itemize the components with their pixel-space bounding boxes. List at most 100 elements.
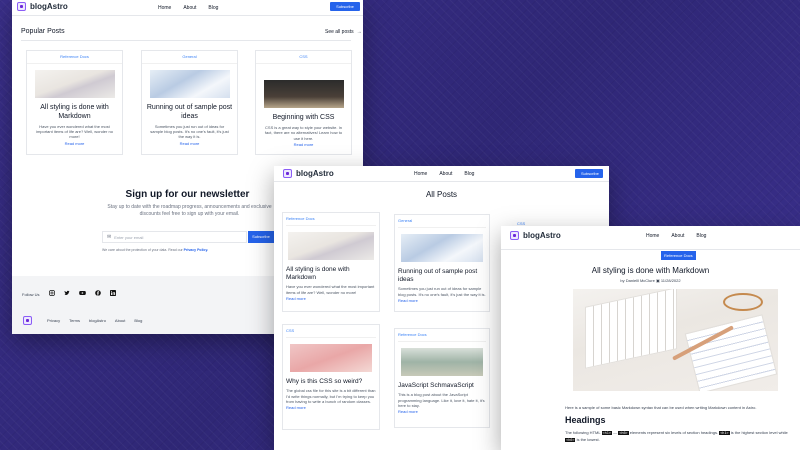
mail-icon: ✉	[107, 234, 112, 240]
blog-logo-icon	[17, 2, 26, 11]
subscribe-button[interactable]: Subscribe	[575, 169, 603, 178]
headings-title: Headings	[565, 415, 606, 425]
post-title[interactable]: Running out of sample post ideas	[398, 268, 486, 284]
inline-code: <h1>	[601, 431, 612, 435]
arrow-right-icon: →	[356, 29, 362, 35]
read-more-link[interactable]: Read more	[142, 141, 237, 146]
home-nav-links: Home About Blog	[158, 5, 218, 11]
footer-about-link[interactable]: About	[115, 318, 125, 323]
post-description: Have you ever wondered what the most imp…	[36, 123, 113, 140]
read-more-link[interactable]: Read more	[27, 141, 122, 146]
section-divider	[21, 40, 351, 41]
inline-code: <h6>	[618, 431, 629, 435]
post-tag[interactable]: CSS	[286, 325, 376, 338]
brand-name: blogAstro	[296, 169, 334, 178]
youtube-icon[interactable]	[79, 290, 86, 296]
article-hero-image	[573, 289, 778, 391]
email-placeholder: Enter your email	[114, 234, 144, 240]
post-card[interactable]: Reference Docs All styling is done with …	[282, 212, 380, 312]
article-date: 11/28/2022	[660, 278, 681, 283]
see-all-posts-link[interactable]: See all posts →	[325, 29, 362, 35]
article-meta: by Danielll McClure ▣ 11/28/2022	[501, 278, 800, 283]
article-byline: by Danielll McClure	[620, 278, 655, 283]
post-tag[interactable]: Reference Docs	[398, 329, 486, 342]
post-description: Have you ever wondered what the most imp…	[286, 284, 375, 295]
nav-blog[interactable]: Blog	[696, 233, 706, 239]
section-title: Popular Posts	[21, 28, 65, 35]
post-card[interactable]: CSS Why is this CSS so weird? The global…	[282, 324, 380, 430]
newsletter-subscribe-button[interactable]: Subscribe	[248, 231, 274, 243]
blog-logo-icon	[510, 231, 519, 240]
home-navbar: blogAstro Home About Blog Subscribe	[12, 0, 363, 16]
inline-code: <h6>	[565, 438, 576, 443]
post-card[interactable]: Reference Docs JavaScript SchmavaScript …	[394, 328, 490, 428]
post-title[interactable]: Beginning with CSS	[256, 114, 351, 123]
dash-text: —	[613, 430, 618, 435]
footer-blogastro-link[interactable]: blogAstro	[89, 318, 106, 323]
facebook-icon[interactable]	[95, 290, 101, 296]
post-tag[interactable]: Reference Docs	[286, 213, 376, 226]
paragraph-text: elements represent six levels of section…	[629, 430, 719, 435]
nav-about[interactable]: About	[671, 233, 684, 239]
read-more-link[interactable]: Read more	[286, 296, 376, 301]
privacy-policy-link[interactable]: Privacy Policy.	[184, 248, 208, 252]
post-card[interactable]: Reference Docs All styling is done with …	[26, 50, 123, 155]
nav-blog[interactable]: Blog	[464, 171, 474, 177]
all-posts-heading: All Posts	[425, 190, 458, 199]
glasses-image	[723, 293, 763, 311]
home-brand[interactable]: blogAstro	[17, 2, 68, 11]
nav-about[interactable]: About	[439, 171, 452, 177]
subscribe-button[interactable]: Subscribe	[330, 2, 360, 11]
inline-code: <h1>	[719, 431, 730, 435]
paragraph-text: is the highest section level while	[730, 430, 788, 435]
post-tag[interactable]: CSS	[256, 51, 351, 64]
post-title[interactable]: JavaScript SchmavaScript	[398, 382, 486, 390]
article-nav-links: Home About Blog	[646, 233, 706, 239]
footer-terms-link[interactable]: Terms	[69, 318, 80, 323]
nav-about[interactable]: About	[183, 5, 196, 11]
nav-blog[interactable]: Blog	[208, 5, 218, 11]
nav-home[interactable]: Home	[158, 5, 171, 11]
read-more-link[interactable]: Read more	[398, 298, 486, 303]
footer-logo-icon[interactable]	[23, 316, 32, 325]
instagram-icon[interactable]	[49, 290, 55, 296]
read-more-link[interactable]: Read more	[256, 142, 351, 147]
post-thumbnail	[401, 348, 483, 376]
post-description: CSS is a great way to style your website…	[264, 124, 343, 141]
post-title[interactable]: Running out of sample post ideas	[142, 104, 237, 122]
email-field[interactable]: ✉ Enter your email	[102, 231, 247, 243]
post-description: Sometimes you just run out of ideas for …	[150, 123, 229, 140]
post-tag[interactable]: General	[398, 215, 486, 228]
post-description: This is a blog post about the JavaScript…	[398, 392, 485, 408]
footer-blog-link[interactable]: Blog	[134, 318, 142, 323]
post-thumbnail	[34, 70, 115, 98]
post-tag[interactable]: General	[142, 51, 237, 64]
read-more-link[interactable]: Read more	[398, 409, 486, 414]
post-title[interactable]: All styling is done with Markdown	[286, 266, 376, 282]
privacy-text: We care about the protection of your dat…	[102, 248, 183, 252]
post-card[interactable]: CSS Beginning with CSS CSS is a great wa…	[255, 50, 352, 155]
brand-name: blogAstro	[523, 231, 561, 240]
article-brand[interactable]: blogAstro	[510, 231, 561, 240]
post-title[interactable]: Why is this CSS so weird?	[286, 378, 376, 386]
post-title[interactable]: All styling is done with Markdown	[27, 104, 122, 122]
twitter-icon[interactable]	[64, 290, 70, 296]
see-all-label: See all posts	[325, 29, 354, 35]
paragraph-text: is the lowest.	[576, 437, 600, 443]
nav-home[interactable]: Home	[646, 233, 659, 239]
footer-privacy-link[interactable]: Privacy	[47, 318, 60, 323]
article-tag[interactable]: Reference Docs	[661, 251, 696, 260]
post-tag[interactable]: Reference Docs	[27, 51, 122, 64]
blog-logo-icon	[283, 169, 292, 178]
privacy-note: We care about the protection of your dat…	[102, 248, 208, 252]
post-thumbnail	[288, 232, 374, 260]
article-intro: Here is a sample of some basic Markdown …	[565, 405, 757, 410]
post-thumbnail	[263, 80, 344, 108]
post-card[interactable]: General Running out of sample post ideas…	[394, 214, 490, 312]
nav-home[interactable]: Home	[414, 171, 427, 177]
post-card[interactable]: General Running out of sample post ideas…	[141, 50, 238, 155]
all-posts-brand[interactable]: blogAstro	[283, 169, 334, 178]
article-navbar: blogAstro Home About Blog	[501, 226, 800, 250]
read-more-link[interactable]: Read more	[286, 405, 376, 410]
linkedin-icon[interactable]	[110, 290, 116, 296]
